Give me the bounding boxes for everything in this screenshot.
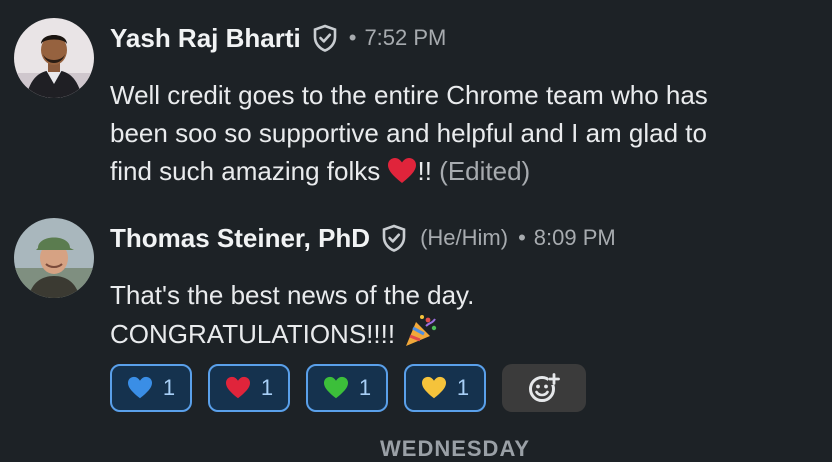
reaction-blue-heart[interactable]: 1 xyxy=(110,364,192,412)
message-line: Well credit goes to the entire Chrome te… xyxy=(110,80,708,110)
blue-heart-icon xyxy=(127,376,152,399)
edited-label: (Edited) xyxy=(439,156,531,186)
message-header: Thomas Steiner, PhD (He/Him) • 8:09 PM xyxy=(110,222,616,254)
red-heart-icon xyxy=(388,158,417,183)
message-line: CONGRATULATIONS!!!! xyxy=(110,319,396,349)
meta-separator: • xyxy=(348,25,357,50)
author-name[interactable]: Yash Raj Bharti xyxy=(110,23,301,54)
author-name[interactable]: Thomas Steiner, PhD xyxy=(110,223,370,254)
avatar-image xyxy=(14,218,94,298)
message-header: Yash Raj Bharti • 7:52 PM xyxy=(110,22,446,54)
verified-shield-icon xyxy=(313,24,337,52)
reaction-yellow-heart[interactable]: 1 xyxy=(404,364,486,412)
meta-separator: • xyxy=(518,225,526,250)
reaction-count: 1 xyxy=(260,375,274,400)
pronouns: (He/Him) xyxy=(420,225,509,250)
add-reaction-button[interactable] xyxy=(502,364,586,412)
green-heart-icon xyxy=(323,376,348,399)
add-emoji-icon xyxy=(529,373,560,402)
reaction-count: 1 xyxy=(162,375,176,400)
reaction-red-heart[interactable]: 1 xyxy=(208,364,290,412)
reaction-green-heart[interactable]: 1 xyxy=(306,364,388,412)
reactions-bar: 1 1 1 1 xyxy=(110,364,586,412)
message-line-last: find such amazing folks !! (Edited) xyxy=(110,152,810,190)
reaction-count: 1 xyxy=(456,375,470,400)
message-time: 7:52 PM xyxy=(364,25,447,50)
message-line: That's the best news of the day. xyxy=(110,280,475,310)
party-popper-icon xyxy=(406,315,437,346)
yellow-heart-icon xyxy=(421,376,446,399)
date-divider: WEDNESDAY xyxy=(380,436,530,461)
message-body: That's the best news of the day. CONGRAT… xyxy=(110,276,810,353)
reaction-count: 1 xyxy=(358,375,372,400)
avatar[interactable] xyxy=(14,218,94,298)
exclamation-text: !! xyxy=(417,156,432,186)
avatar-image xyxy=(14,18,94,98)
verified-shield-icon xyxy=(382,224,406,252)
message-line: find such amazing folks xyxy=(110,156,381,186)
message-line: been soo so supportive and helpful and I… xyxy=(110,118,707,148)
message-line-last: CONGRATULATIONS!!!! xyxy=(110,314,810,353)
message-body: Well credit goes to the entire Chrome te… xyxy=(110,76,810,190)
message-time: 8:09 PM xyxy=(533,225,616,250)
avatar[interactable] xyxy=(14,18,94,98)
red-heart-icon xyxy=(225,376,250,399)
